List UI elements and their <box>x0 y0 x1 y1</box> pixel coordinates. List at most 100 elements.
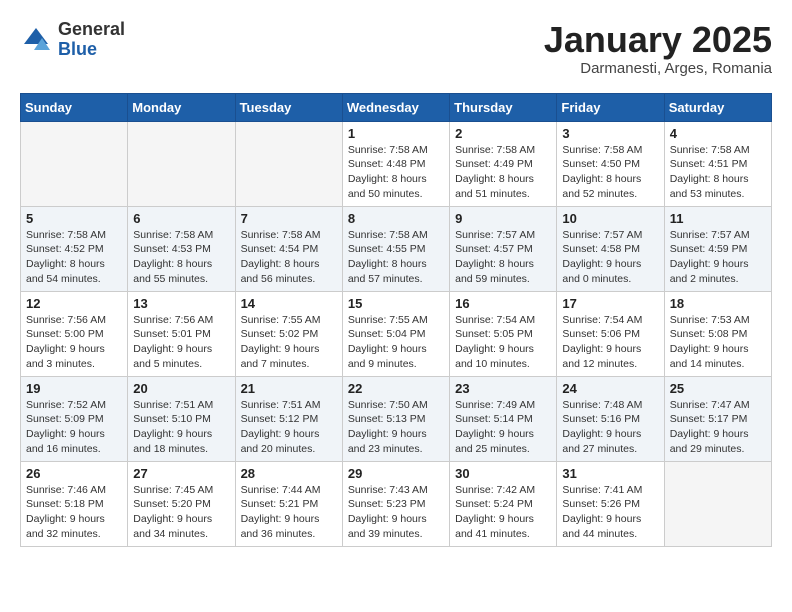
calendar-cell <box>128 121 235 206</box>
day-number: 7 <box>241 211 337 226</box>
weekday-header-tuesday: Tuesday <box>235 93 342 121</box>
logo: General Blue <box>20 20 125 60</box>
day-info: Sunrise: 7:58 AM Sunset: 4:50 PM Dayligh… <box>562 143 658 202</box>
logo-icon <box>20 24 52 56</box>
day-number: 23 <box>455 381 551 396</box>
title-block: January 2025 Darmanesti, Arges, Romania <box>544 20 772 77</box>
calendar-week-row: 26 Sunrise: 7:46 AM Sunset: 5:18 PM Dayli… <box>21 461 772 546</box>
day-info: Sunrise: 7:58 AM Sunset: 4:49 PM Dayligh… <box>455 143 551 202</box>
day-number: 11 <box>670 211 766 226</box>
day-info: Sunrise: 7:58 AM Sunset: 4:51 PM Dayligh… <box>670 143 766 202</box>
day-number: 21 <box>241 381 337 396</box>
day-number: 30 <box>455 466 551 481</box>
day-info: Sunrise: 7:46 AM Sunset: 5:18 PM Dayligh… <box>26 483 122 542</box>
calendar-cell: 18Sunrise: 7:53 AM Sunset: 5:08 PM Dayli… <box>664 291 771 376</box>
day-info: Sunrise: 7:48 AM Sunset: 5:16 PM Dayligh… <box>562 398 658 457</box>
day-number: 26 <box>26 466 122 481</box>
day-info: Sunrise: 7:45 AM Sunset: 5:20 PM Dayligh… <box>133 483 229 542</box>
day-number: 18 <box>670 296 766 311</box>
logo-blue-text: Blue <box>58 39 97 59</box>
day-number: 14 <box>241 296 337 311</box>
weekday-header-sunday: Sunday <box>21 93 128 121</box>
day-info: Sunrise: 7:42 AM Sunset: 5:24 PM Dayligh… <box>455 483 551 542</box>
calendar-cell: 30 Sunrise: 7:42 AM Sunset: 5:24 PM Dayli… <box>450 461 557 546</box>
day-number: 17 <box>562 296 658 311</box>
day-number: 5 <box>26 211 122 226</box>
weekday-header-monday: Monday <box>128 93 235 121</box>
weekday-header-saturday: Saturday <box>664 93 771 121</box>
day-number: 10 <box>562 211 658 226</box>
day-info: Sunrise: 7:56 AM Sunset: 5:00 PM Dayligh… <box>26 313 122 372</box>
day-info: Sunrise: 7:57 AM Sunset: 4:59 PM Dayligh… <box>670 228 766 287</box>
day-info: Sunrise: 7:51 AM Sunset: 5:12 PM Dayligh… <box>241 398 337 457</box>
day-info: Sunrise: 7:54 AM Sunset: 5:05 PM Dayligh… <box>455 313 551 372</box>
calendar-cell: 21 Sunrise: 7:51 AM Sunset: 5:12 PM Dayli… <box>235 376 342 461</box>
calendar-cell <box>21 121 128 206</box>
calendar-cell: 17 Sunrise: 7:54 AM Sunset: 5:06 PM Dayli… <box>557 291 664 376</box>
calendar-cell: 28Sunrise: 7:44 AM Sunset: 5:21 PM Dayli… <box>235 461 342 546</box>
calendar-week-row: 1Sunrise: 7:58 AM Sunset: 4:48 PM Daylig… <box>21 121 772 206</box>
calendar-cell: 23 Sunrise: 7:49 AM Sunset: 5:14 PM Dayli… <box>450 376 557 461</box>
weekday-header-friday: Friday <box>557 93 664 121</box>
calendar-week-row: 5 Sunrise: 7:58 AM Sunset: 4:52 PM Daylig… <box>21 206 772 291</box>
day-info: Sunrise: 7:58 AM Sunset: 4:53 PM Dayligh… <box>133 228 229 287</box>
page-header: General Blue January 2025 Darmanesti, Ar… <box>20 20 772 77</box>
calendar-cell: 19 Sunrise: 7:52 AM Sunset: 5:09 PM Dayli… <box>21 376 128 461</box>
day-info: Sunrise: 7:54 AM Sunset: 5:06 PM Dayligh… <box>562 313 658 372</box>
logo-general-text: General <box>58 19 125 39</box>
day-info: Sunrise: 7:43 AM Sunset: 5:23 PM Dayligh… <box>348 483 444 542</box>
calendar-week-row: 12 Sunrise: 7:56 AM Sunset: 5:00 PM Dayli… <box>21 291 772 376</box>
location-subtitle: Darmanesti, Arges, Romania <box>544 60 772 77</box>
day-number: 20 <box>133 381 229 396</box>
calendar-cell: 15Sunrise: 7:55 AM Sunset: 5:04 PM Dayli… <box>342 291 449 376</box>
day-info: Sunrise: 7:52 AM Sunset: 5:09 PM Dayligh… <box>26 398 122 457</box>
calendar-cell: 13 Sunrise: 7:56 AM Sunset: 5:01 PM Dayli… <box>128 291 235 376</box>
calendar-cell: 25Sunrise: 7:47 AM Sunset: 5:17 PM Dayli… <box>664 376 771 461</box>
day-info: Sunrise: 7:56 AM Sunset: 5:01 PM Dayligh… <box>133 313 229 372</box>
weekday-header-row: SundayMondayTuesdayWednesdayThursdayFrid… <box>21 93 772 121</box>
day-info: Sunrise: 7:57 AM Sunset: 4:58 PM Dayligh… <box>562 228 658 287</box>
day-info: Sunrise: 7:58 AM Sunset: 4:52 PM Dayligh… <box>26 228 122 287</box>
day-info: Sunrise: 7:55 AM Sunset: 5:02 PM Dayligh… <box>241 313 337 372</box>
day-info: Sunrise: 7:50 AM Sunset: 5:13 PM Dayligh… <box>348 398 444 457</box>
calendar-cell: 20Sunrise: 7:51 AM Sunset: 5:10 PM Dayli… <box>128 376 235 461</box>
day-number: 15 <box>348 296 444 311</box>
calendar-cell: 22 Sunrise: 7:50 AM Sunset: 5:13 PM Dayli… <box>342 376 449 461</box>
day-number: 19 <box>26 381 122 396</box>
calendar-cell: 26 Sunrise: 7:46 AM Sunset: 5:18 PM Dayli… <box>21 461 128 546</box>
day-number: 9 <box>455 211 551 226</box>
day-number: 12 <box>26 296 122 311</box>
day-number: 2 <box>455 126 551 141</box>
day-number: 31 <box>562 466 658 481</box>
day-number: 22 <box>348 381 444 396</box>
calendar-cell: 8Sunrise: 7:58 AM Sunset: 4:55 PM Daylig… <box>342 206 449 291</box>
day-number: 24 <box>562 381 658 396</box>
day-info: Sunrise: 7:49 AM Sunset: 5:14 PM Dayligh… <box>455 398 551 457</box>
day-number: 1 <box>348 126 444 141</box>
calendar-cell <box>664 461 771 546</box>
day-info: Sunrise: 7:44 AM Sunset: 5:21 PM Dayligh… <box>241 483 337 542</box>
calendar-cell: 4 Sunrise: 7:58 AM Sunset: 4:51 PM Daylig… <box>664 121 771 206</box>
day-info: Sunrise: 7:41 AM Sunset: 5:26 PM Dayligh… <box>562 483 658 542</box>
calendar-cell: 1Sunrise: 7:58 AM Sunset: 4:48 PM Daylig… <box>342 121 449 206</box>
calendar-cell: 3 Sunrise: 7:58 AM Sunset: 4:50 PM Daylig… <box>557 121 664 206</box>
weekday-header-thursday: Thursday <box>450 93 557 121</box>
calendar-week-row: 19 Sunrise: 7:52 AM Sunset: 5:09 PM Dayli… <box>21 376 772 461</box>
calendar-cell: 27 Sunrise: 7:45 AM Sunset: 5:20 PM Dayli… <box>128 461 235 546</box>
day-number: 13 <box>133 296 229 311</box>
month-title: January 2025 <box>544 20 772 60</box>
day-number: 4 <box>670 126 766 141</box>
calendar-cell: 7Sunrise: 7:58 AM Sunset: 4:54 PM Daylig… <box>235 206 342 291</box>
day-number: 27 <box>133 466 229 481</box>
weekday-header-wednesday: Wednesday <box>342 93 449 121</box>
calendar-table: SundayMondayTuesdayWednesdayThursdayFrid… <box>20 93 772 547</box>
calendar-cell: 24 Sunrise: 7:48 AM Sunset: 5:16 PM Dayli… <box>557 376 664 461</box>
day-info: Sunrise: 7:47 AM Sunset: 5:17 PM Dayligh… <box>670 398 766 457</box>
day-info: Sunrise: 7:58 AM Sunset: 4:55 PM Dayligh… <box>348 228 444 287</box>
calendar-cell: 31 Sunrise: 7:41 AM Sunset: 5:26 PM Dayli… <box>557 461 664 546</box>
calendar-cell: 14 Sunrise: 7:55 AM Sunset: 5:02 PM Dayli… <box>235 291 342 376</box>
day-number: 29 <box>348 466 444 481</box>
calendar-cell: 6Sunrise: 7:58 AM Sunset: 4:53 PM Daylig… <box>128 206 235 291</box>
calendar-cell: 5 Sunrise: 7:58 AM Sunset: 4:52 PM Daylig… <box>21 206 128 291</box>
day-number: 3 <box>562 126 658 141</box>
